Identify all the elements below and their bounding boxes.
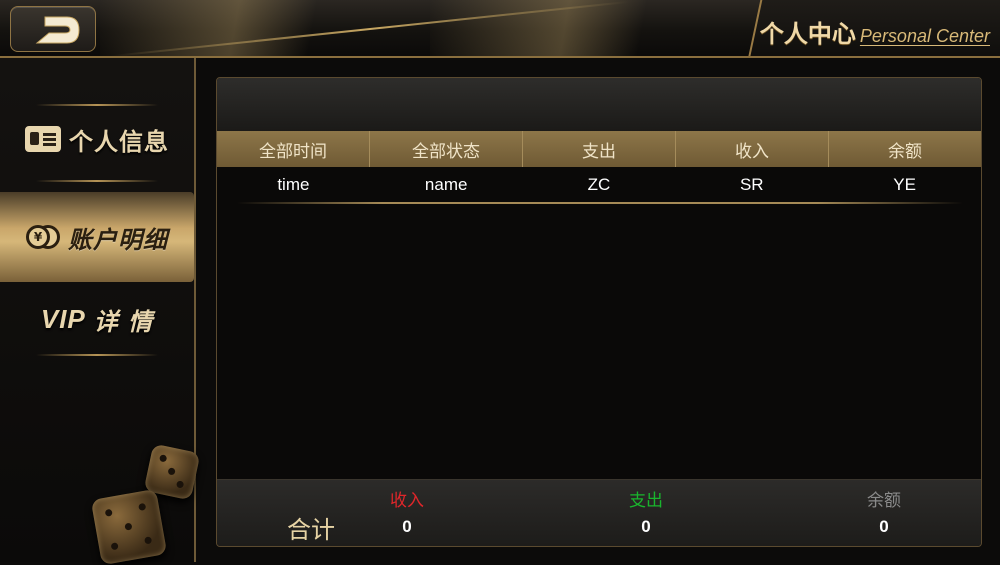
- filter-all-status[interactable]: 全部状态: [370, 131, 523, 167]
- cell-name: name: [424, 175, 468, 194]
- totals-footer: 合计 收入 0 支出 0 余额 0: [217, 479, 981, 546]
- total-expense: 支出 0: [606, 486, 686, 537]
- column-expense: 支出: [523, 131, 676, 167]
- total-balance-value: 0: [879, 517, 889, 536]
- cell-time: time: [277, 175, 310, 194]
- back-button[interactable]: [10, 6, 96, 52]
- sidebar-divider: [36, 354, 158, 356]
- table-header: 全部时间 全部状态 支出 收入 余额: [217, 131, 981, 167]
- cell-balance: YE: [893, 175, 916, 194]
- cell-income: SR: [739, 175, 764, 194]
- total-income-label: 收入: [390, 491, 424, 511]
- dice-icon: [90, 488, 168, 565]
- coin-glyph: ¥: [26, 225, 50, 249]
- sidebar-item-label: 账户明细: [68, 225, 168, 254]
- total-expense-value: 0: [641, 517, 651, 536]
- filter-all-time[interactable]: 全部时间: [217, 131, 370, 167]
- header-light-streak: [430, 0, 730, 56]
- total-expense-label: 支出: [629, 491, 663, 511]
- back-arrow-icon: [35, 16, 80, 44]
- table-row: time name ZC SR YE: [217, 167, 981, 203]
- page-title-en: Personal Center: [859, 26, 990, 46]
- sidebar-item-account-details[interactable]: ¥ 账户明细: [0, 192, 194, 282]
- sidebar-divider: [36, 180, 158, 182]
- panel-header: [217, 78, 981, 131]
- total-balance-label: 余额: [867, 491, 901, 511]
- total-income: 收入 0: [367, 486, 447, 537]
- total-income-value: 0: [402, 517, 412, 536]
- page-title: 个人中心 Personal Center: [760, 14, 990, 48]
- cell-expense: ZC: [587, 175, 611, 194]
- row-divider: [237, 202, 963, 204]
- page-title-cn: 个人中心: [759, 20, 856, 48]
- sidebar: 个人信息 ¥ 账户明细 VIP 详 情: [0, 58, 201, 565]
- column-balance: 余额: [888, 141, 922, 162]
- sidebar-item-label: 个人信息: [69, 127, 169, 156]
- account-details-panel: 全部时间 全部状态 支出 收入 余额 time name ZC SR YE 合计…: [216, 77, 982, 547]
- vip-label: VIP: [40, 303, 86, 334]
- column-income: 收入: [676, 131, 829, 167]
- sidebar-item-vip-details[interactable]: VIP 详 情: [0, 274, 194, 364]
- id-card-icon: [25, 126, 61, 152]
- sidebar-item-personal-info[interactable]: 个人信息: [0, 94, 194, 184]
- top-bar: 个人中心 Personal Center: [0, 0, 1000, 58]
- total-balance: 余额 0: [844, 486, 924, 537]
- sidebar-divider: [36, 104, 158, 106]
- coins-icon: ¥: [26, 223, 60, 251]
- sidebar-item-label: 详 情: [93, 307, 154, 336]
- total-label: 合计: [287, 516, 335, 544]
